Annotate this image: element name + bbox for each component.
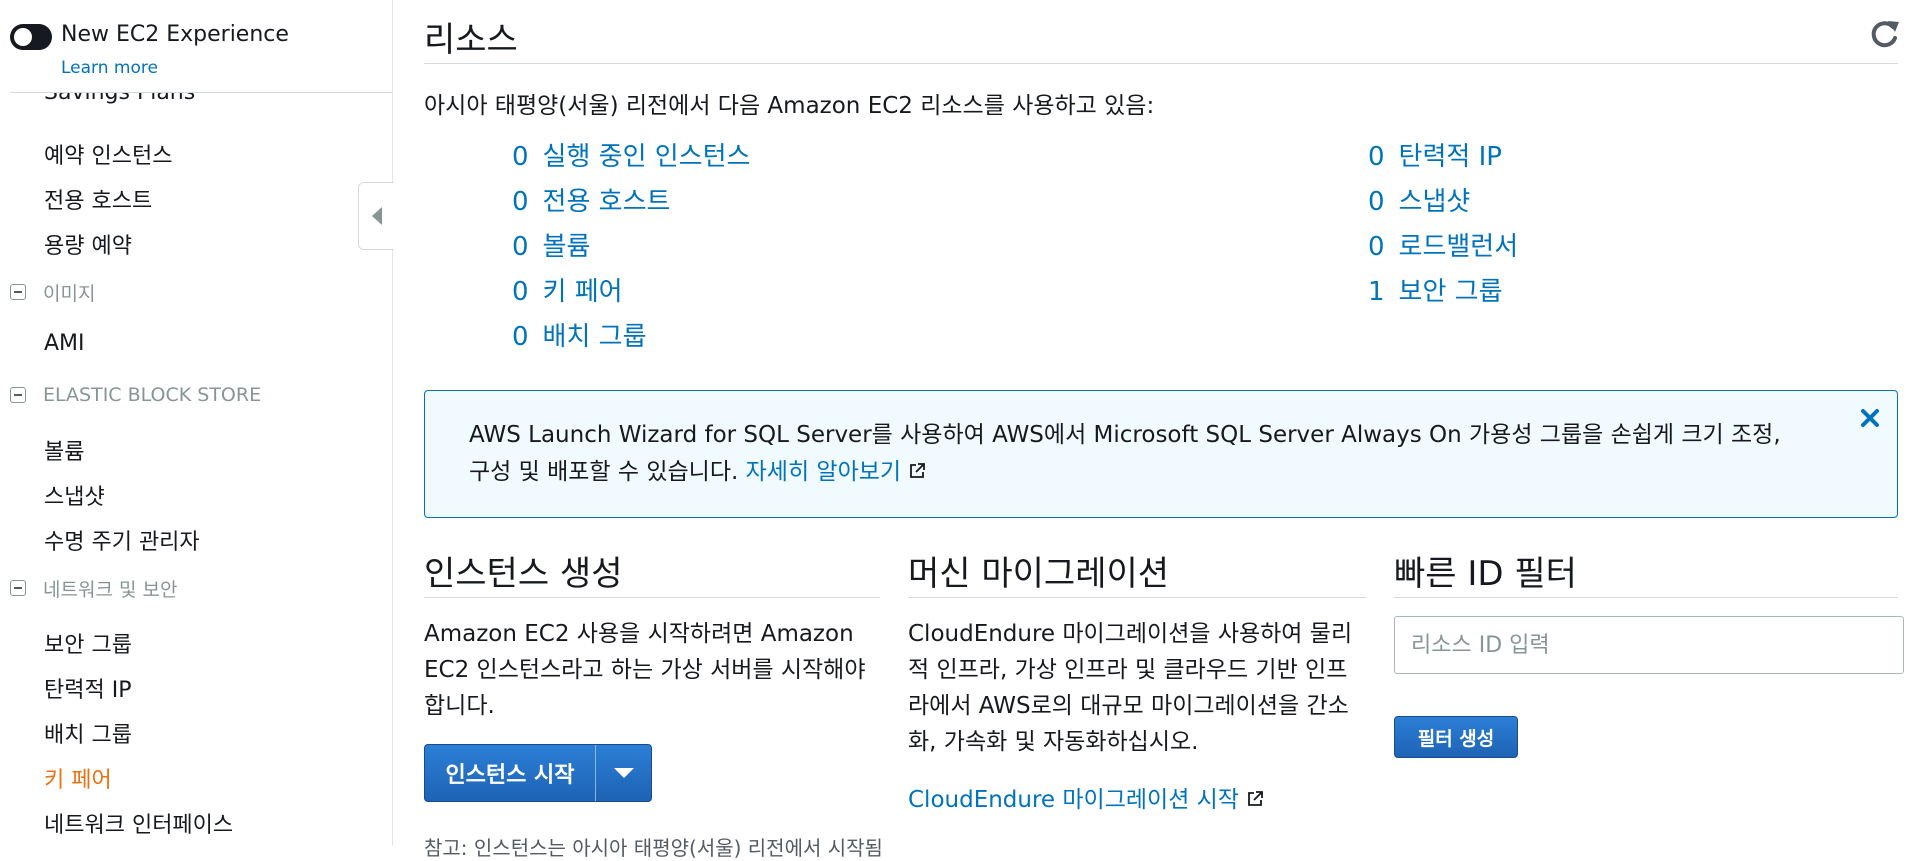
learn-more-link[interactable]: Learn more [61,58,158,78]
sidebar-item-security-groups[interactable]: 보안 그룹 [44,627,132,659]
title-divider [424,63,1898,64]
learn-more-link[interactable]: 자세히 알아보기 [746,459,927,485]
toggle-knob [14,28,32,46]
resource-label: 볼륨 [542,232,591,262]
alert-link-label: 자세히 알아보기 [745,459,902,485]
collapse-icon [371,207,382,225]
sidebar-item-capacity-reservations[interactable]: 용량 예약 [44,228,132,260]
sidebar-item-reserved-instances[interactable]: 예약 인스턴스 [44,138,172,170]
sidebar-collapse-button[interactable] [358,182,394,250]
resource-label: 전용 호스트 [542,187,671,217]
external-link-icon [1248,791,1263,806]
collapse-section-icon[interactable] [10,284,26,300]
launch-instance-button[interactable]: 인스턴스 시작 [425,745,596,801]
resource-count: 0 [512,277,529,307]
resource-label: 스냅샷 [1398,187,1471,217]
sidebar-item-key-pairs[interactable]: 키 페어 [44,762,112,794]
info-alert: AWS Launch Wizard for SQL Server를 사용하여 A… [424,390,1898,518]
migration-description: CloudEndure 마이그레이션을 사용하여 물리적 인프라, 가상 인프라… [908,621,1353,755]
resource-elastic-ips[interactable]: 0 탄력적 IP [1368,136,1502,173]
sidebar-item-snapshots[interactable]: 스냅샷 [44,479,105,511]
sidebar-section-images[interactable]: 이미지 [10,280,96,305]
sidebar: New EC2 Experience Learn more Savings Pl… [0,0,393,846]
sidebar-item-volumes[interactable]: 볼륨 [44,434,84,466]
collapse-section-icon[interactable] [10,580,26,596]
create-instance-description: Amazon EC2 사용을 시작하려면 Amazon EC2 인스턴스라고 하… [424,621,866,719]
resource-count: 1 [1368,277,1385,307]
sidebar-section-ebs[interactable]: ELASTIC BLOCK STORE [10,383,261,407]
page-title: 리소스 [424,20,518,60]
resource-count: 0 [512,187,529,217]
resource-count: 0 [1368,187,1385,217]
resource-label: 실행 중인 인스턴스 [542,142,751,172]
section-label: ELASTIC BLOCK STORE [43,384,262,406]
new-experience-toggle[interactable] [10,24,52,50]
resource-count: 0 [1368,142,1385,172]
resource-snapshots[interactable]: 0 스냅샷 [1368,181,1470,218]
resource-count: 0 [1368,232,1385,262]
resource-label: 보안 그룹 [1398,277,1503,307]
quick-filter-title: 빠른 ID 필터 [1394,554,1577,594]
resource-id-input[interactable] [1394,616,1904,674]
migration-divider [908,597,1366,598]
close-icon[interactable] [1859,407,1881,429]
sidebar-item-elastic-ips[interactable]: 탄력적 IP [44,672,131,704]
chevron-down-icon [613,768,634,778]
sidebar-item-lifecycle-manager[interactable]: 수명 주기 관리자 [44,524,200,556]
resource-count: 0 [512,232,529,262]
resource-running-instances[interactable]: 0 실행 중인 인스턴스 [512,136,750,173]
create-instance-divider [424,597,880,598]
resource-volumes[interactable]: 0 볼륨 [512,226,590,263]
resource-label: 탄력적 IP [1398,142,1502,172]
resource-placement-groups[interactable]: 0 배치 그룹 [512,316,647,353]
launch-region-note: 참고: 인스턴스는 아시아 태평양(서울) 리전에서 시작됨 [424,836,883,860]
resource-load-balancers[interactable]: 0 로드밸런서 [1368,226,1518,263]
resource-key-pairs[interactable]: 0 키 페어 [512,271,623,308]
create-filter-button[interactable]: 필터 생성 [1394,716,1518,758]
section-label: 이미지 [43,282,96,305]
launch-instance-split-button: 인스턴스 시작 [424,744,652,802]
resource-label: 로드밸런서 [1398,232,1519,262]
section-label: 네트워크 및 보안 [43,578,178,601]
alert-text: AWS Launch Wizard for SQL Server를 사용하여 A… [469,422,1781,485]
sidebar-item-dedicated-hosts[interactable]: 전용 호스트 [44,183,152,215]
resource-count: 0 [512,142,529,172]
refresh-icon[interactable] [1866,16,1902,52]
resource-security-groups[interactable]: 1 보안 그룹 [1368,271,1503,308]
cloudendure-link[interactable]: CloudEndure 마이그레이션 시작 [908,780,1265,814]
migration-title: 머신 마이그레이션 [908,554,1170,594]
sidebar-item-savings-plans[interactable]: Savings Plans [44,93,195,105]
resource-count: 0 [512,322,529,352]
cloudendure-link-label: CloudEndure 마이그레이션 시작 [908,787,1239,813]
region-summary-text: 아시아 태평양(서울) 리전에서 다음 Amazon EC2 리소스를 사용하고… [424,93,1155,119]
collapse-section-icon[interactable] [10,387,26,403]
sidebar-section-network-security[interactable]: 네트워크 및 보안 [10,576,178,601]
resource-label: 키 페어 [542,277,623,307]
quick-filter-divider [1394,597,1898,598]
external-link-icon [910,463,925,478]
resource-label: 배치 그룹 [542,322,647,352]
sidebar-item-placement-groups[interactable]: 배치 그룹 [44,717,132,749]
new-experience-title: New EC2 Experience [61,22,289,47]
launch-instance-dropdown[interactable] [596,745,651,801]
alert-message: AWS Launch Wizard for SQL Server를 사용하여 A… [469,417,1809,491]
resource-dedicated-hosts[interactable]: 0 전용 호스트 [512,181,670,218]
sidebar-item-ami[interactable]: AMI [44,331,85,356]
sidebar-item-network-interfaces[interactable]: 네트워크 인터페이스 [44,807,233,839]
create-instance-title: 인스턴스 생성 [424,554,623,594]
sidebar-nav: Savings Plans 예약 인스턴스 전용 호스트 용량 예약 이미지 A… [0,93,392,846]
